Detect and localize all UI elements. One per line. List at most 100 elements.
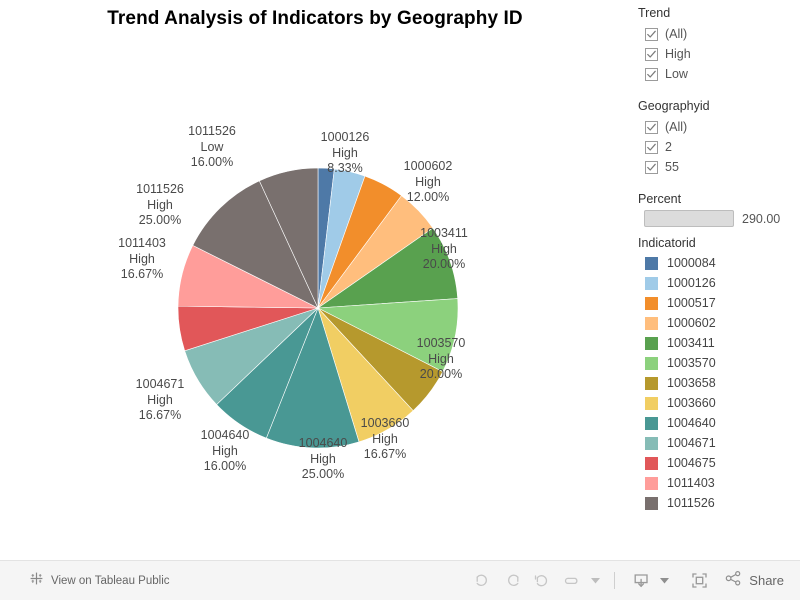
legend-item-1004675[interactable]: 1004675 [645,453,716,473]
toolbar-separator [614,572,616,589]
pie-slice-label-trend: High [212,443,238,458]
checkbox-checked-icon[interactable] [645,67,658,81]
filter-option-label: (All) [665,120,688,134]
legend-item-label: 1003570 [667,356,716,370]
filter-trend: Trend (All) High Low [638,6,691,84]
pie-slice-label-percent: 16.00% [203,459,247,473]
legend-item-label: 1000126 [667,276,716,290]
pie-slice-label-indicatorid: 1004671 [135,377,185,391]
legend-item-1003658[interactable]: 1003658 [645,373,716,393]
legend-item-label: 1003660 [667,396,716,410]
legend-item-label: 1011526 [667,496,715,510]
refresh-button[interactable] [557,568,587,594]
legend-item-1003570[interactable]: 1003570 [645,353,716,373]
legend-color-swatch [645,296,658,310]
filter-option-label: Low [665,67,688,81]
filter-option-label: (All) [665,27,688,41]
legend-item-1000517[interactable]: 1000517 [645,293,716,313]
legend-item-label: 1003658 [667,376,716,390]
filter-option-label: High [665,47,691,61]
pie-slice-label-1004640-25: 1004640 High 25.00% [299,436,348,483]
pie-slice-label-percent: 16.67% [120,267,164,281]
checkbox-checked-icon[interactable] [645,27,658,41]
pie-slice-label-trend: High [431,241,457,256]
filter-geographyid-option-2[interactable]: 2 [645,137,710,157]
filter-geographyid-options: (All) 2 55 [638,117,710,177]
filter-geographyid: Geographyid (All) 2 55 [638,99,710,177]
legend-item-label: 1000084 [667,256,716,270]
pie-slice-label-trend: High [129,251,155,266]
legend-item-1011526[interactable]: 1011526 [645,493,716,513]
legend-item-1000126[interactable]: 1000126 [645,273,716,293]
redo-button[interactable] [497,568,527,594]
filter-geographyid-option-all[interactable]: (All) [645,117,710,137]
legend-color-swatch [645,356,658,370]
legend-item-1004671[interactable]: 1004671 [645,433,716,453]
pie-slice-label-trend: High [415,174,441,189]
view-on-tableau-public-link[interactable]: View on Tableau Public [29,571,170,591]
percent-slider[interactable] [644,210,734,227]
download-button[interactable] [626,568,656,594]
pie-slice-label-1000126-high: 1000126 High 8.33% [321,130,370,177]
filter-option-label: 55 [665,160,679,174]
pie-slice-label-indicatorid: 1011526 [188,124,236,138]
legend-item-1011403[interactable]: 1011403 [645,473,716,493]
legend-color-swatch [645,336,658,350]
checkbox-checked-icon[interactable] [645,140,658,154]
pie-slice-label-trend: Low [200,139,224,154]
revert-button[interactable] [527,568,557,594]
legend-color-swatch [645,496,658,510]
legend-color-swatch [645,416,658,430]
pie-slice-label-indicatorid: 1000126 [320,130,370,144]
filter-trend-option-high[interactable]: High [645,44,691,64]
legend-item-1004640[interactable]: 1004640 [645,413,716,433]
legend-color-swatch [645,456,658,470]
pie-chart[interactable] [178,168,458,448]
refresh-dropdown-caret[interactable] [587,568,603,594]
filter-trend-options: (All) High Low [638,24,691,84]
pie-slice-label-percent: 16.00% [190,155,234,169]
pie-slice-label-1000602-high: 1000602 High 12.00% [404,159,453,206]
pie-slice-label-trend: High [310,451,336,466]
filter-trend-title: Trend [638,6,671,20]
pie-chart-svg[interactable] [178,168,458,448]
pie-slice-label-indicatorid: 1003660 [360,416,410,430]
percent-slider-row: 290.00 [638,210,780,227]
legend-color-swatch [645,436,658,450]
filter-trend-option-all[interactable]: (All) [645,24,691,44]
pie-slice-label-trend: High [147,392,173,407]
fullscreen-button[interactable] [684,568,714,594]
pie-slice-label-percent: 20.00% [422,257,466,271]
checkbox-checked-icon[interactable] [645,47,658,61]
share-icon [724,569,743,593]
pie-slice-label-1004671-high: 1004671 High 16.67% [136,377,185,424]
pie-slice-label-indicatorid: 1003411 [420,226,468,240]
legend-item-label: 1004675 [667,456,716,470]
page-title: Trend Analysis of Indicators by Geograph… [107,8,523,29]
legend-item-1000084[interactable]: 1000084 [645,253,716,273]
legend-item-label: 1000517 [667,296,716,310]
legend-item-1000602[interactable]: 1000602 [645,313,716,333]
pie-slice-label-1011526-low: 1011526 Low 16.00% [188,124,236,171]
pie-slice-label-percent: 8.33% [327,161,363,175]
pie-chart-container: 1011526 Low 16.00% 1000126 High 8.33% 1000602 H… [0,36,630,561]
legend-item-1003411[interactable]: 1003411 [645,333,716,353]
pie-slice-label-percent: 16.67% [138,408,182,422]
pie-slice-label-percent: 16.67% [363,447,407,461]
pie-slice-label-trend: High [428,351,454,366]
legend-item-label: 1000602 [667,316,716,330]
pie-slice-label-percent: 25.00% [301,467,345,481]
pie-slice-label-percent: 25.00% [138,213,182,227]
filter-trend-option-low[interactable]: Low [645,64,691,84]
legend-item-label: 1004671 [667,436,716,450]
undo-button[interactable] [467,568,497,594]
checkbox-checked-icon[interactable] [645,120,658,134]
filter-geographyid-option-55[interactable]: 55 [645,157,710,177]
pie-slice-label-1004640-16: 1004640 High 16.00% [201,428,250,475]
checkbox-checked-icon[interactable] [645,160,658,174]
legend-item-1003660[interactable]: 1003660 [645,393,716,413]
filter-percent-title: Percent [638,192,682,206]
download-dropdown-caret[interactable] [656,568,672,594]
share-button[interactable]: Share [724,569,784,593]
color-legend-title: Indicatorid [638,236,696,250]
